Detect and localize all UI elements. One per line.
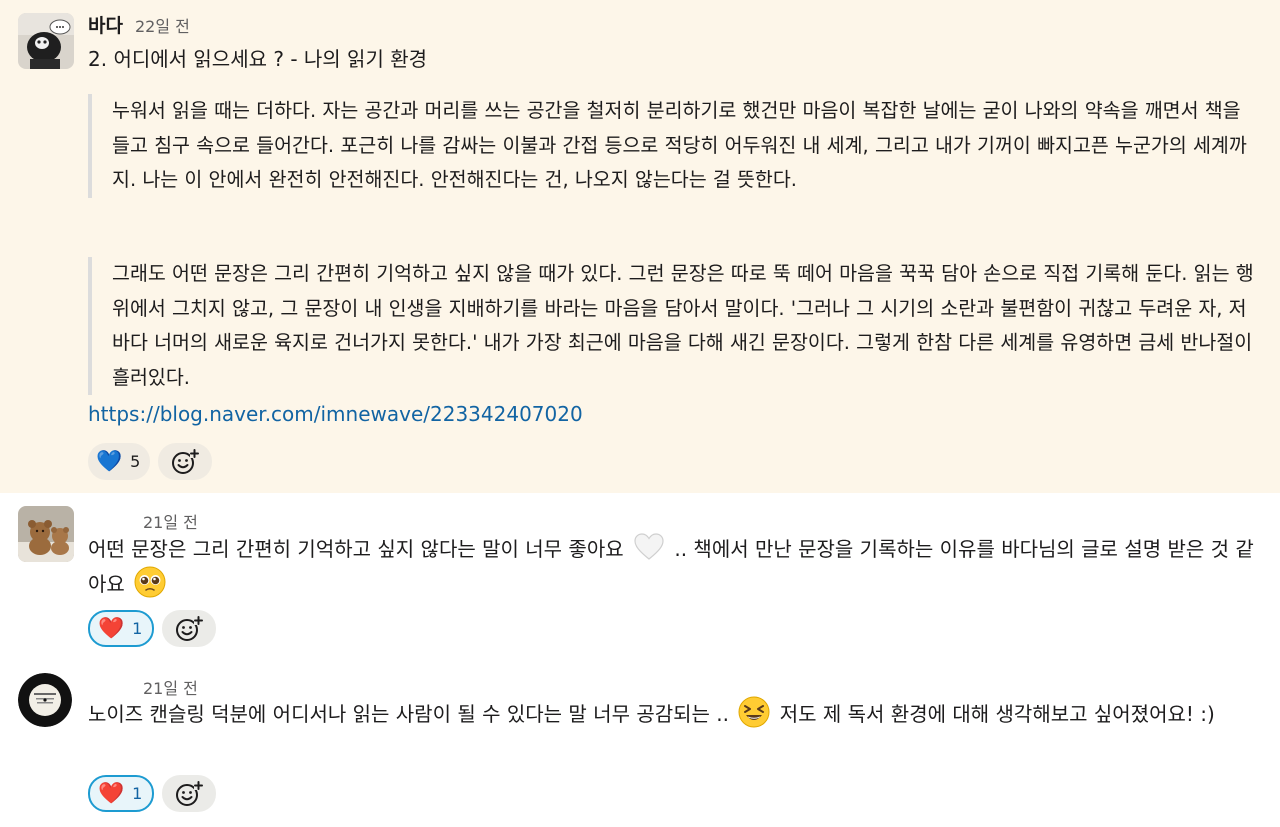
add-reaction-button[interactable]: [162, 775, 217, 812]
pleading-face-emoji-icon: [134, 566, 166, 598]
add-reaction-button[interactable]: [158, 443, 213, 480]
reaction-bar: ❤️ 1: [88, 775, 217, 812]
message-header: 21일 전: [143, 509, 198, 533]
reaction-red-heart[interactable]: ❤️ 1: [88, 610, 155, 647]
reaction-bar: 💙 5: [88, 443, 213, 480]
blog-link[interactable]: https://blog.naver.com/imnewave/22334240…: [88, 402, 583, 426]
add-emoji-icon: [176, 780, 204, 806]
avatar[interactable]: [18, 506, 74, 562]
avatar[interactable]: [18, 13, 74, 69]
author-name[interactable]: 바다: [88, 11, 123, 38]
message-header: 바다 22일 전: [88, 11, 190, 38]
avatar[interactable]: [18, 673, 72, 727]
add-emoji-icon: [172, 448, 200, 474]
add-emoji-icon: [176, 615, 204, 641]
main-message: 바다 22일 전 2. 어디에서 읽으세요 ? - 나의 읽기 환경 누워서 읽…: [0, 0, 1280, 493]
red-heart-icon: ❤️: [98, 616, 125, 640]
timestamp[interactable]: 21일 전: [143, 509, 198, 533]
timestamp[interactable]: 22일 전: [135, 13, 190, 37]
reaction-blue-heart[interactable]: 💙 5: [88, 443, 151, 480]
reply-message: 21일 전 노이즈 캔슬링 덕분에 어디서나 읽는 사람이 될 수 있다는 말 …: [0, 658, 1280, 827]
reaction-count: 1: [132, 619, 143, 638]
reaction-count: 1: [132, 784, 143, 803]
blockquote: 그래도 어떤 문장은 그리 간편히 기억하고 싶지 않을 때가 있다. 그런 문…: [88, 257, 1258, 395]
reply-message: 21일 전 어떤 문장은 그리 간편히 기억하고 싶지 않다는 말이 너무 좋아…: [0, 493, 1280, 658]
reaction-red-heart[interactable]: ❤️ 1: [88, 775, 155, 812]
reply-text: 노이즈 캔슬링 덕분에 어디서나 읽는 사람이 될 수 있다는 말 너무 공감되…: [88, 696, 1268, 731]
message-title: 2. 어디에서 읽으세요 ? - 나의 읽기 환경: [88, 47, 428, 71]
reply-text: 어떤 문장은 그리 간편히 기억하고 싶지 않다는 말이 너무 좋아요 .. 책…: [88, 531, 1268, 601]
reaction-count: 5: [130, 452, 141, 471]
blue-heart-icon: 💙: [96, 449, 123, 473]
add-reaction-button[interactable]: [162, 610, 217, 647]
red-heart-icon: ❤️: [98, 781, 125, 805]
reply-text-part: 노이즈 캔슬링 덕분에 어디서나 읽는 사람이 될 수 있다는 말 너무 공감되…: [88, 702, 730, 726]
reply-text-part: 어떤 문장은 그리 간편히 기억하고 싶지 않다는 말이 너무 좋아요: [88, 537, 624, 561]
blockquote: 누워서 읽을 때는 더하다. 자는 공간과 머리를 쓰는 공간을 철저히 분리하…: [88, 94, 1258, 198]
grinning-squinting-face-emoji-icon: [738, 696, 770, 728]
reaction-bar: ❤️ 1: [88, 610, 217, 647]
reply-text-part: 저도 제 독서 환경에 대해 생각해보고 싶어졌어요! :): [773, 702, 1215, 726]
white-heart-emoji-icon: [634, 533, 664, 560]
